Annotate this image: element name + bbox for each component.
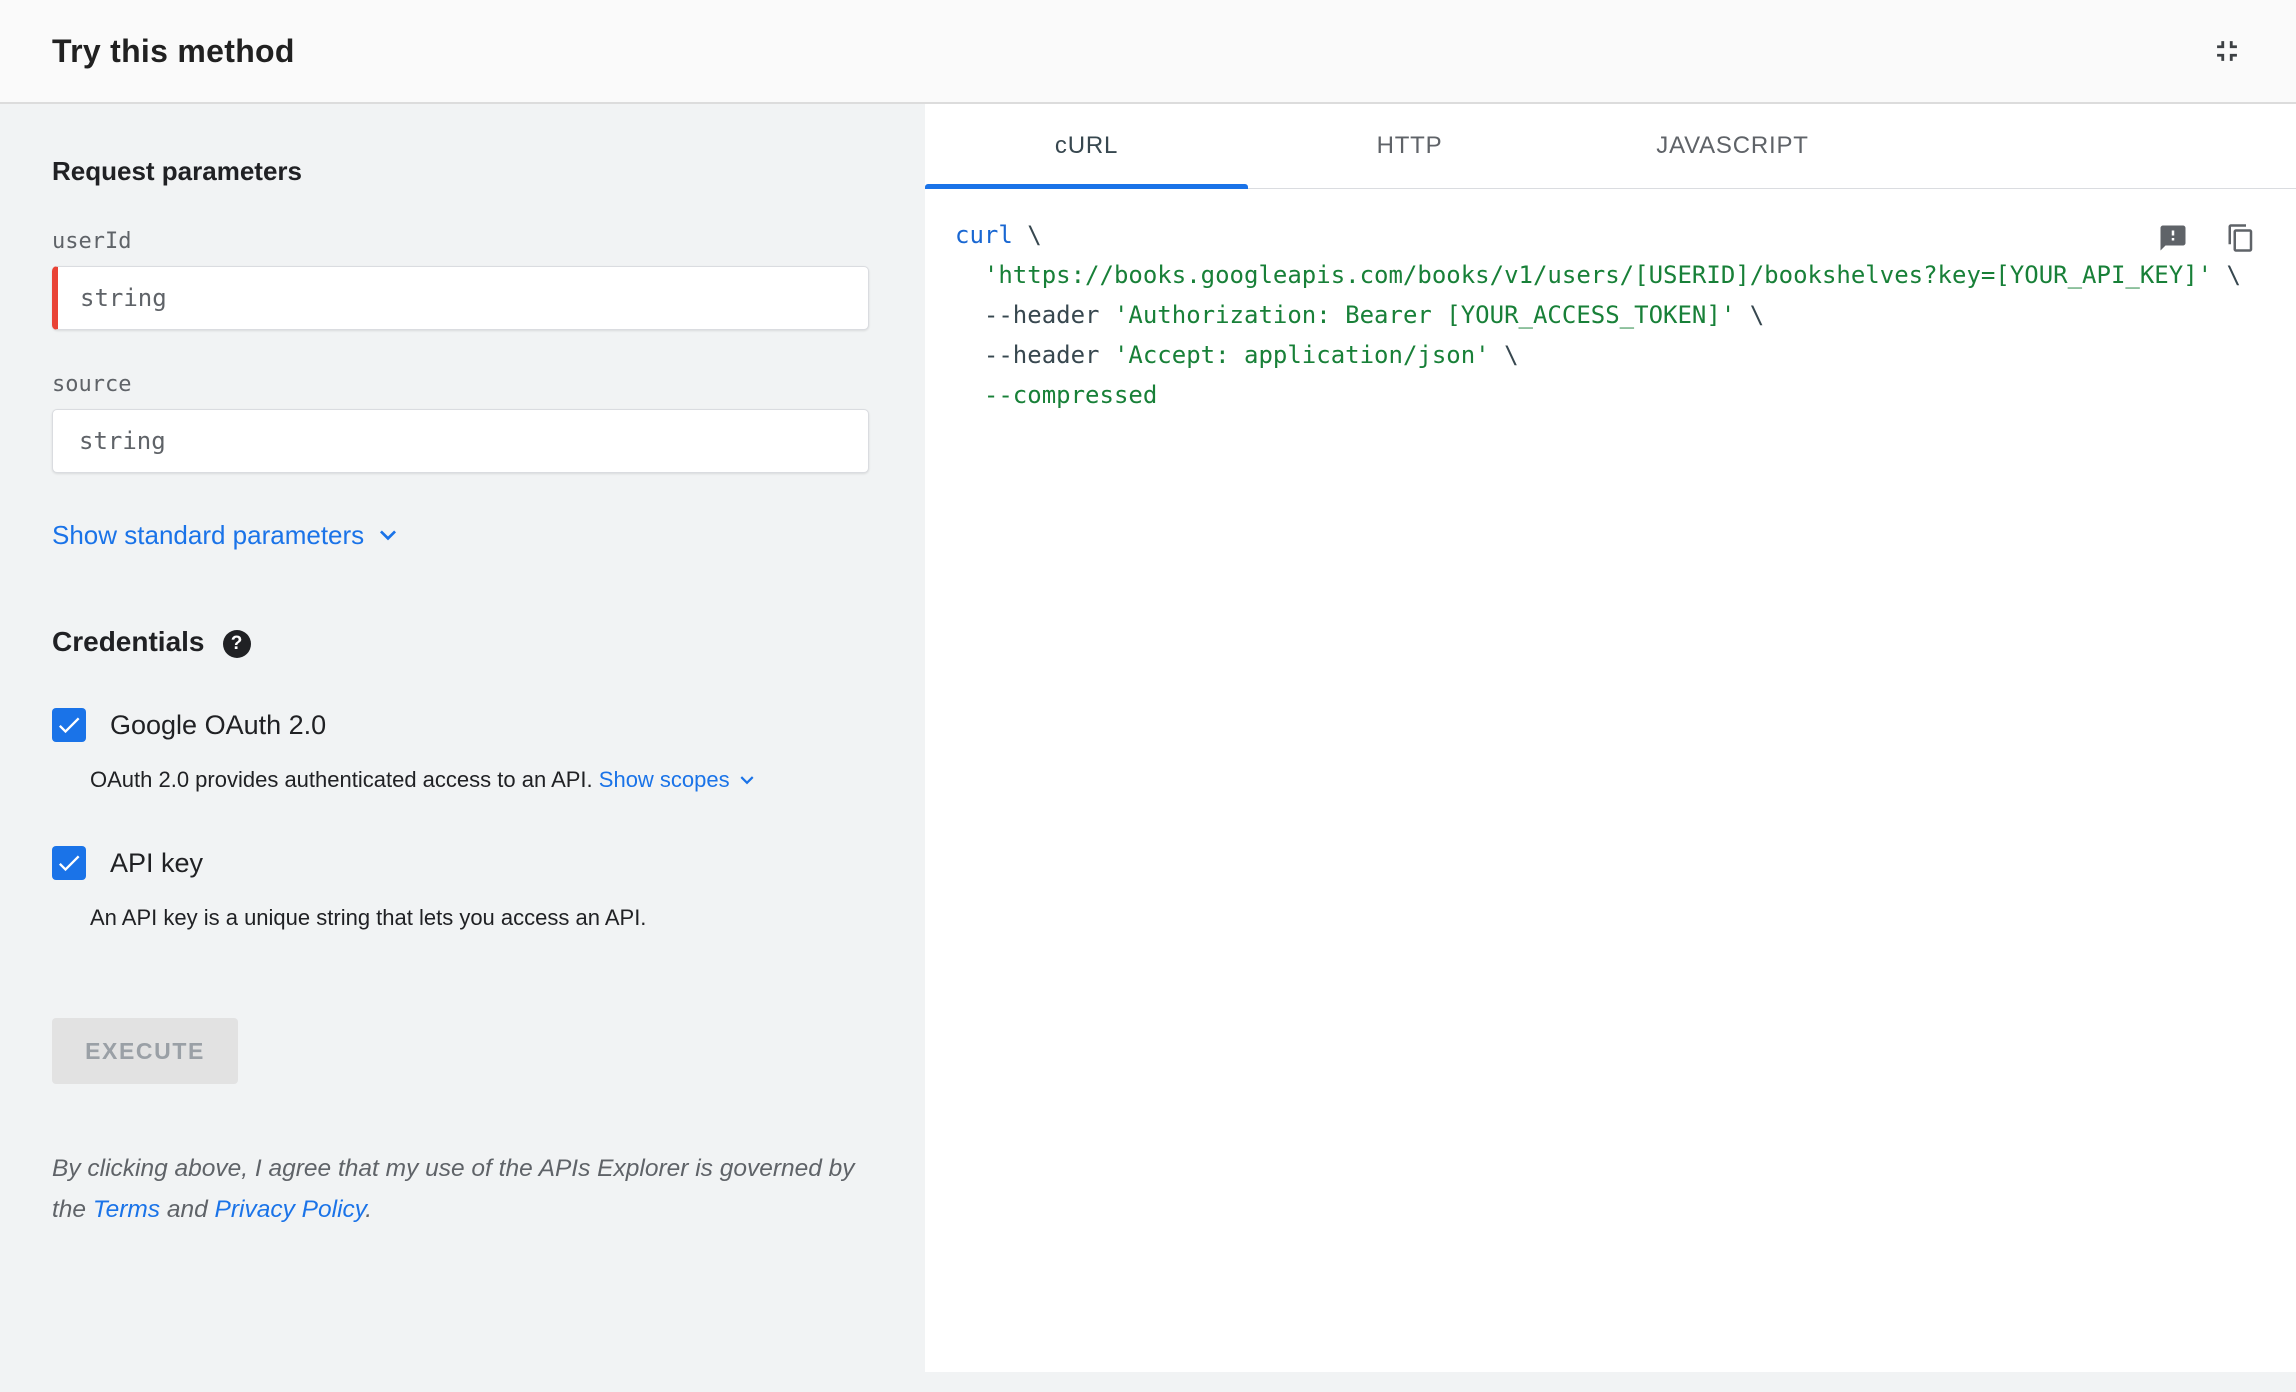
code-token: curl — [955, 221, 1013, 249]
code-token: --compressed — [955, 381, 1158, 409]
show-scopes-label: Show scopes — [598, 767, 730, 792]
code-token: \ — [1735, 301, 1765, 329]
checkmark-icon — [58, 717, 80, 734]
code-token: \ — [1489, 341, 1519, 369]
feedback-button[interactable] — [2152, 217, 2194, 259]
privacy-policy-link[interactable]: Privacy Policy — [215, 1196, 366, 1223]
code-line: 'https://books.googleapis.com/books/v1/u… — [955, 255, 2256, 295]
tab-http[interactable]: HTTP — [1248, 104, 1571, 188]
source-input[interactable] — [52, 409, 869, 473]
oauth-description: OAuth 2.0 provides authenticated access … — [90, 764, 869, 796]
code-token: 'https://books.googleapis.com/books/v1/u… — [983, 261, 2213, 289]
code-token: --header — [955, 301, 1114, 329]
tab-curl-label: cURL — [1054, 132, 1119, 159]
param-label-source: source — [52, 372, 132, 397]
api-key-checkbox[interactable] — [52, 846, 86, 880]
exit-fullscreen-icon — [2217, 41, 2237, 61]
oauth-description-text: OAuth 2.0 provides authenticated access … — [90, 767, 593, 792]
tab-http-label: HTTP — [1376, 132, 1443, 159]
exit-fullscreen-button[interactable] — [2204, 28, 2250, 74]
tab-curl[interactable]: cURL — [925, 104, 1248, 189]
disclaimer-and: and — [160, 1196, 215, 1223]
execute-button[interactable]: EXECUTE — [52, 1018, 238, 1084]
api-key-description-text: An API key is a unique string that lets … — [90, 905, 647, 930]
oauth-checkbox[interactable] — [52, 708, 86, 742]
request-parameters-heading: Request parameters — [52, 156, 302, 186]
feedback-icon — [2160, 225, 2186, 251]
credentials-heading: Credentials — [52, 625, 205, 657]
disclaimer-period: . — [365, 1196, 373, 1223]
code-line: curl \ — [955, 215, 2256, 255]
code-token: --header — [955, 341, 1114, 369]
code-sample-tabs: cURL HTTP JAVASCRIPT — [925, 104, 2296, 189]
code-line: --compressed — [955, 375, 2256, 415]
credentials-header: Credentials ? — [52, 625, 869, 658]
code-block: curl \ 'https://books.googleapis.com/boo… — [955, 215, 2256, 415]
show-standard-parameters-link[interactable]: Show standard parameters — [52, 519, 404, 551]
page-title: Try this method — [52, 32, 295, 69]
tab-javascript[interactable]: JAVASCRIPT — [1571, 104, 1894, 188]
request-form-panel: Request parameters userId source Show st… — [0, 104, 925, 1392]
oauth-checkbox-label: Google OAuth 2.0 — [110, 709, 327, 740]
code-token: 'Accept: application/json' — [1113, 341, 1490, 369]
terms-link[interactable]: Terms — [93, 1196, 160, 1223]
disclaimer-text: By clicking above, I agree that my use o… — [52, 1148, 869, 1230]
code-line: --header 'Authorization: Bearer [YOUR_AC… — [955, 295, 2256, 335]
copy-code-button[interactable] — [2220, 217, 2262, 259]
chevron-down-icon — [380, 530, 397, 541]
show-scopes-link[interactable]: Show scopes — [599, 764, 760, 796]
code-actions — [2152, 217, 2262, 259]
code-token: \ — [1012, 221, 1042, 249]
checkmark-icon — [58, 855, 80, 872]
chevron-down-icon — [740, 776, 754, 785]
code-sample-area: curl \ 'https://books.googleapis.com/boo… — [925, 189, 2296, 1372]
api-key-description: An API key is a unique string that lets … — [90, 902, 869, 934]
panel-content: Request parameters userId source Show st… — [0, 104, 2296, 1392]
try-this-method-panel: Try this method Request parameters userI… — [0, 0, 2296, 1392]
code-token: 'Authorization: Bearer [YOUR_ACCESS_TOKE… — [1113, 301, 1736, 329]
code-sample-panel: cURL HTTP JAVASCRIPT curl \ 'https://boo… — [925, 104, 2296, 1392]
panel-header: Try this method — [0, 0, 2296, 104]
code-line: --header 'Accept: application/json' \ — [955, 335, 2256, 375]
code-token: \ — [2212, 261, 2241, 289]
show-standard-parameters-label: Show standard parameters — [52, 519, 365, 550]
tab-javascript-label: JAVASCRIPT — [1656, 132, 1809, 159]
userid-input[interactable] — [52, 266, 869, 330]
param-label-userid: userId — [52, 229, 132, 254]
help-icon[interactable]: ? — [222, 630, 251, 658]
api-key-checkbox-row[interactable]: API key — [52, 846, 869, 880]
oauth-checkbox-row[interactable]: Google OAuth 2.0 — [52, 708, 869, 742]
api-key-checkbox-label: API key — [110, 847, 204, 878]
copy-icon — [2228, 224, 2253, 252]
